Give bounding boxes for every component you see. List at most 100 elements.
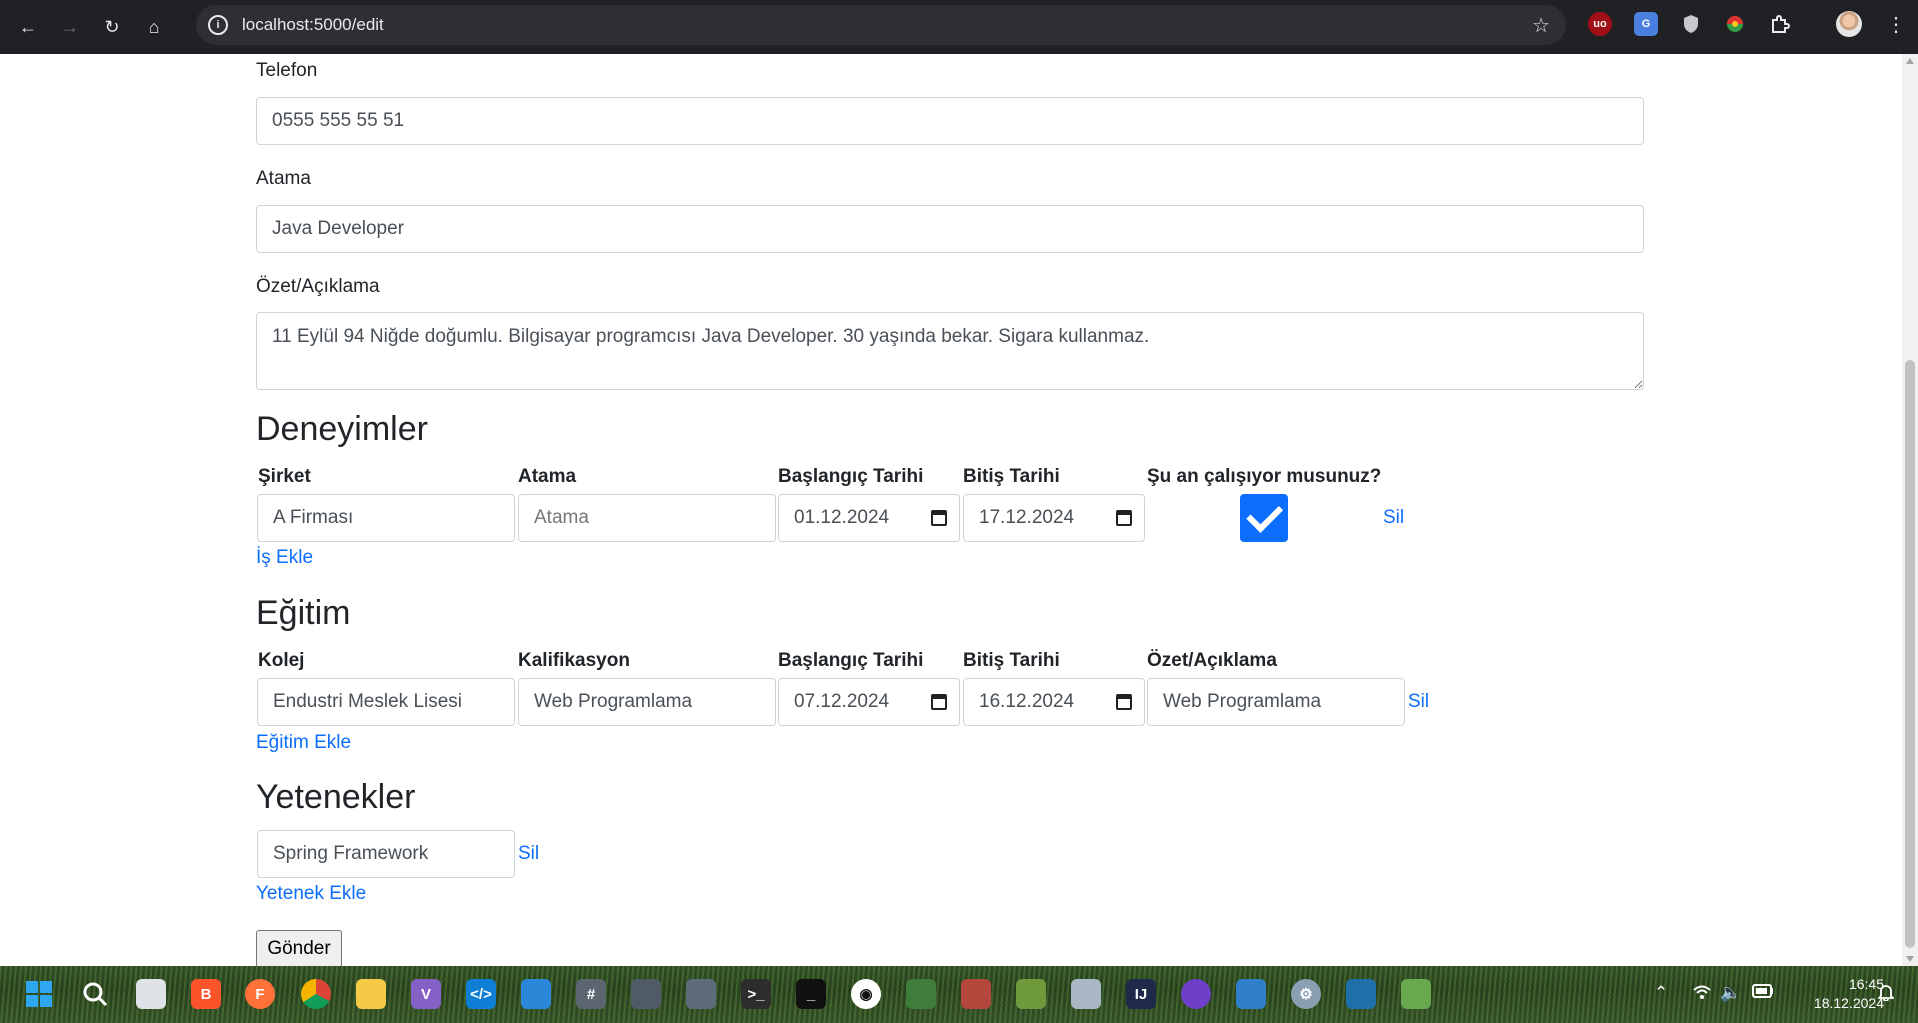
chrome-icon[interactable] [301,979,331,1009]
settings-gear-icon[interactable]: ⚙ [1291,979,1321,1009]
calendar-icon[interactable] [931,694,947,710]
wifi-icon[interactable] [1692,983,1712,1006]
snipping-tool-icon[interactable] [631,979,661,1009]
mysql-workbench-icon[interactable] [1346,979,1376,1009]
scroll-up-icon[interactable] [1906,58,1914,64]
photos-icon[interactable] [521,979,551,1009]
position-label: Atama [256,168,311,189]
currently-working-checkbox[interactable] [1240,494,1288,542]
summary-textarea[interactable]: 11 Eylül 94 Niğde doğumlu. Bilgisayar pr… [256,312,1644,390]
site-info-icon[interactable]: i [208,15,228,35]
app-icon-round[interactable]: ◉ [851,979,881,1009]
education-start-value: 07.12.2024 [794,691,890,712]
color-extension-icon[interactable] [1723,12,1747,36]
cmd-icon[interactable]: _ [796,979,826,1009]
education-delete-link[interactable]: Sil [1408,691,1429,713]
github-desktop-icon[interactable] [1181,979,1211,1009]
experience-end-date[interactable]: 17.12.2024 [963,494,1145,542]
scrollbar-thumb[interactable] [1905,360,1915,948]
calendar-icon[interactable] [931,510,947,526]
experience-delete-link[interactable]: Sil [1383,507,1404,529]
skill-input[interactable] [257,830,515,878]
education-end-value: 16.12.2024 [979,691,1075,712]
experience-current-header: Şu an çalışıyor musunuz? [1147,466,1382,487]
translate-extension-icon[interactable]: G [1634,12,1658,36]
submit-button[interactable]: Gönder [256,930,342,966]
brave-icon[interactable]: B [191,979,221,1009]
experience-role-header: Atama [518,466,577,487]
database-tool-icon[interactable] [1071,979,1101,1009]
vscode-icon[interactable]: </> [466,979,496,1009]
education-qualification-header: Kalifikasyon [518,650,630,671]
remote-desktop-icon[interactable] [686,979,716,1009]
education-heading: Eğitim [256,594,351,632]
forward-icon[interactable]: → [56,13,84,41]
bookmark-star-icon[interactable]: ☆ [1532,13,1550,38]
shield-extension-icon[interactable] [1679,12,1703,36]
reload-icon[interactable]: ↻ [98,13,126,41]
experience-role-input[interactable] [518,494,776,542]
education-school-input[interactable] [257,678,515,726]
intellij-icon[interactable]: IJ [1126,979,1156,1009]
file-explorer-icon[interactable] [356,979,386,1009]
education-end-date[interactable]: 16.12.2024 [963,678,1145,726]
experience-company-header: Şirket [258,466,311,487]
home-icon[interactable]: ⌂ [140,13,168,41]
database-icon[interactable] [961,979,991,1009]
education-summary-input[interactable] [1147,678,1405,726]
extensions-puzzle-icon[interactable] [1768,12,1792,36]
phone-input[interactable] [256,97,1644,145]
calculator-icon[interactable]: # [576,979,606,1009]
firefox-icon[interactable]: F [245,979,275,1009]
chevron-up-icon[interactable]: ⌃ [1654,983,1668,1003]
taskbar: B F V </> # >_ _ ◉ IJ ⚙ ⌃ 🔈 16:45 18.12.… [0,966,1918,1023]
menu-kebab-icon[interactable]: ⋮ [1886,12,1906,37]
add-skill-link[interactable]: Yetenek Ekle [256,883,366,905]
page-content: Telefon Atama Özet/Açıklama 11 Eylül 94 … [0,54,1902,966]
education-end-header: Bitiş Tarihi [963,650,1060,671]
add-education-link[interactable]: Eğitim Ekle [256,732,351,754]
battery-icon[interactable] [1752,983,1774,1003]
system-clock[interactable]: 16:45 18.12.2024 [1790,975,1884,1013]
summary-label: Özet/Açıklama [256,276,380,297]
app-icon-green[interactable] [1016,979,1046,1009]
education-start-date[interactable]: 07.12.2024 [778,678,960,726]
scroll-down-icon[interactable] [1906,956,1914,962]
ublock-extension-icon[interactable]: uo [1588,12,1612,36]
experience-start-value: 01.12.2024 [794,507,890,528]
experience-company-input[interactable] [257,494,515,542]
task-view-icon[interactable] [136,979,166,1009]
education-start-header: Başlangıç Tarihi [778,650,924,671]
position-input[interactable] [256,205,1644,253]
experience-end-value: 17.12.2024 [979,507,1075,528]
calendar-icon[interactable] [1116,510,1132,526]
terminal-icon[interactable]: >_ [741,979,771,1009]
page-scrollbar[interactable] [1902,54,1918,966]
browser-toolbar: ← → ↻ ⌂ i localhost:5000/edit ☆ uo G ⋮ [0,0,1918,54]
windows-start-icon[interactable] [24,979,54,1009]
experience-end-header: Bitiş Tarihi [963,466,1060,487]
volume-icon[interactable]: 🔈 [1720,983,1741,1003]
back-icon[interactable]: ← [14,13,42,41]
visual-studio-icon[interactable]: V [411,979,441,1009]
address-url[interactable]: localhost:5000/edit [242,15,384,35]
profile-avatar[interactable] [1836,11,1862,37]
notepad-icon[interactable] [1401,979,1431,1009]
experience-start-header: Başlangıç Tarihi [778,466,924,487]
control-panel-icon[interactable] [1236,979,1266,1009]
education-summary-header: Özet/Açıklama [1147,650,1277,671]
skill-delete-link[interactable]: Sil [518,843,539,865]
add-job-link[interactable]: İş Ekle [256,547,313,569]
paint-icon[interactable] [906,979,936,1009]
calendar-icon[interactable] [1116,694,1132,710]
experience-start-date[interactable]: 01.12.2024 [778,494,960,542]
address-bar[interactable]: i localhost:5000/edit ☆ [196,5,1566,45]
clock-time: 16:45 [1848,976,1884,992]
education-school-header: Kolej [258,650,305,671]
notification-bell-icon[interactable] [1876,983,1896,1006]
phone-label: Telefon [256,60,318,81]
skills-heading: Yetenekler [256,778,416,816]
search-icon[interactable] [80,979,110,1009]
education-qualification-input[interactable] [518,678,776,726]
clock-date: 18.12.2024 [1813,995,1884,1011]
